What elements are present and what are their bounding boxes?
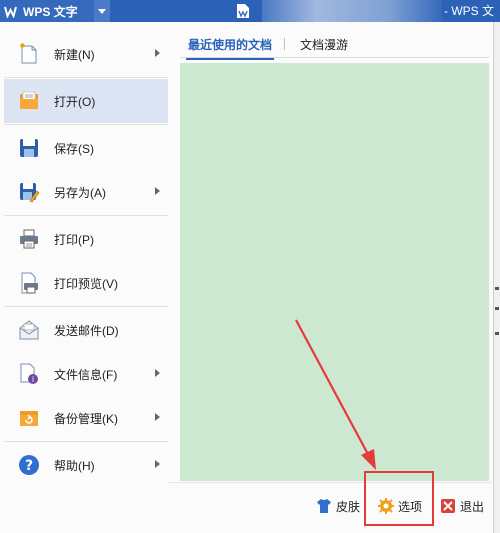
menu-separator [4, 441, 168, 442]
menu-item-new[interactable]: 新建(N) [4, 32, 168, 76]
menu-item-label: 打印预览(V) [54, 276, 118, 291]
menu-item-save-as[interactable]: 另存为(A) [4, 170, 168, 214]
exit-label: 退出 [460, 499, 485, 514]
file-menu-panel: 新建(N) 打开(O) 保存(S) 另存为(A) 打印(P) 打印预览(V) 发… [0, 22, 494, 533]
annotation-highlight-box [364, 471, 434, 526]
app-menu-label: WPS 文字 [23, 4, 78, 19]
menu-item-label: 打开(O) [54, 94, 96, 109]
edge-mark [495, 287, 499, 290]
submenu-arrow-icon [155, 49, 160, 57]
menu-item-send-mail[interactable]: 发送邮件(D) [4, 308, 168, 352]
new-document-icon [18, 43, 40, 65]
menu-item-label: 打印(P) [54, 232, 94, 247]
menu-item-open[interactable]: 打开(O) [4, 79, 168, 123]
menu-item-label: 发送邮件(D) [54, 323, 119, 338]
menu-separator [4, 215, 168, 216]
print-preview-icon [18, 272, 40, 294]
exit-icon [440, 498, 456, 514]
skin-button[interactable]: 皮肤 [316, 496, 360, 516]
submenu-arrow-icon [155, 187, 160, 195]
footer-divider [168, 482, 494, 483]
menu-item-label: 备份管理(K) [54, 411, 118, 426]
help-icon: ? [18, 454, 40, 476]
file-info-icon: i [18, 363, 40, 385]
svg-text:?: ? [25, 458, 33, 474]
file-menu-list: 新建(N) 打开(O) 保存(S) 另存为(A) 打印(P) 打印预览(V) 发… [4, 32, 168, 487]
tab-document-roaming[interactable]: 文档漫游 [300, 36, 348, 53]
menu-item-label: 保存(S) [54, 141, 94, 156]
blurred-document-title [262, 0, 442, 22]
menu-item-help[interactable]: ? 帮助(H) [4, 443, 168, 487]
svg-text:i: i [32, 375, 34, 384]
menu-item-save[interactable]: 保存(S) [4, 126, 168, 170]
window-right-edge [494, 22, 500, 533]
submenu-arrow-icon [155, 369, 160, 377]
save-disk-icon [18, 137, 40, 159]
open-folder-icon [18, 90, 40, 112]
document-tabs: 最近使用的文档 文档漫游 [180, 34, 489, 60]
menu-item-print[interactable]: 打印(P) [4, 217, 168, 261]
wps-app-menu-button[interactable]: WPS 文字 [0, 0, 110, 22]
title-bar: WPS 文字 - WPS 文 [0, 0, 500, 22]
menu-item-backup[interactable]: 备份管理(K) [4, 396, 168, 440]
backup-icon [18, 407, 40, 429]
menu-item-label: 帮助(H) [54, 458, 95, 473]
window-title: - WPS 文 [444, 4, 494, 18]
tshirt-icon [316, 498, 332, 514]
menu-separator [4, 124, 168, 125]
menu-item-label: 新建(N) [54, 47, 95, 62]
submenu-arrow-icon [155, 460, 160, 468]
recent-documents-list[interactable] [180, 63, 489, 481]
menu-separator [4, 306, 168, 307]
save-as-icon [18, 181, 40, 203]
menu-item-label: 文件信息(F) [54, 367, 118, 382]
skin-label: 皮肤 [336, 499, 361, 514]
exit-button[interactable]: 退出 [440, 496, 484, 516]
menu-item-print-preview[interactable]: 打印预览(V) [4, 261, 168, 305]
menu-item-label: 另存为(A) [54, 185, 106, 200]
chevron-down-icon[interactable] [94, 0, 110, 22]
menu-item-file-info[interactable]: i 文件信息(F) [4, 352, 168, 396]
envelope-icon [18, 319, 40, 341]
edge-mark [495, 307, 499, 310]
submenu-arrow-icon [155, 413, 160, 421]
tab-divider [284, 38, 285, 50]
wps-writer-logo-icon [4, 5, 17, 18]
tab-recent-documents[interactable]: 最近使用的文档 [185, 36, 275, 60]
document-icon [236, 3, 250, 19]
edge-mark [495, 332, 499, 335]
printer-icon [18, 228, 40, 250]
menu-separator [4, 77, 168, 78]
